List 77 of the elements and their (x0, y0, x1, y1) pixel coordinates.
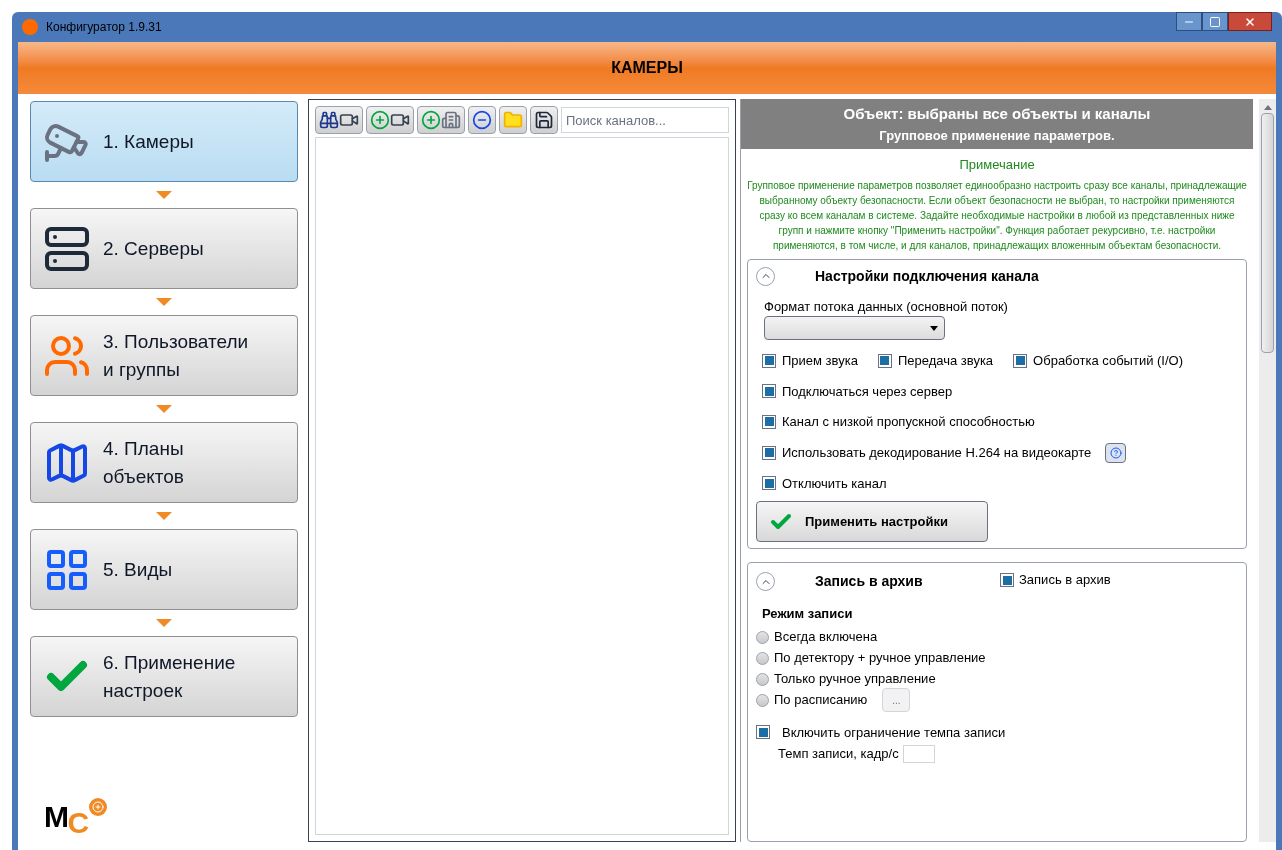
object-header: Объект: выбраны все объекты и каналы Групповое применение параметров. (741, 99, 1253, 149)
toolbar-button[interactable] (366, 106, 414, 134)
nav-button[interactable]: 5. Виды (30, 529, 298, 610)
checkbox-label: Отключить канал (782, 474, 887, 493)
nav-button[interactable]: 1. Камеры (30, 101, 298, 182)
remove-icon (472, 110, 492, 130)
checkbox[interactable] (762, 414, 776, 429)
nav-button[interactable]: 3. Пользователи и группы (30, 315, 298, 396)
save-icon (534, 110, 554, 130)
maximize-icon (1209, 15, 1221, 28)
search-field[interactable]: Поиск каналов... (561, 107, 729, 133)
checkbox-label: Прием звука (782, 352, 858, 370)
format-dropdown[interactable] (764, 316, 945, 340)
schedule-button[interactable]: ... (882, 688, 911, 712)
collapse-toggle[interactable] (756, 266, 775, 286)
close-button[interactable] (1228, 12, 1272, 31)
field-label: Формат потока данных (основной поток) (764, 297, 1009, 316)
nav-button[interactable]: 4. Планы объектов (30, 422, 298, 503)
radio-label: По расписанию (774, 691, 868, 710)
binoculars-camera-icon (319, 110, 359, 130)
group-title: Запись в архив (815, 572, 924, 591)
nav-button[interactable]: 2. Серверы (30, 208, 298, 289)
field-label: Режим записи (762, 605, 854, 623)
down-arrow-icon (156, 191, 172, 199)
down-arrow-icon (156, 512, 172, 520)
app-icon (22, 19, 38, 35)
checkbox-label: Подключаться через сервер (782, 382, 953, 401)
checkbox[interactable] (1013, 353, 1028, 368)
checkbox[interactable] (762, 384, 776, 399)
note-title: Примечание (958, 156, 1036, 174)
collapse-toggle[interactable] (756, 572, 775, 591)
close-icon (1244, 15, 1256, 28)
radio-button[interactable] (756, 693, 769, 707)
dropdown-arrow-icon (930, 325, 938, 331)
help-button[interactable] (1105, 442, 1127, 463)
radio-button[interactable] (756, 672, 769, 686)
radio-button[interactable] (756, 630, 769, 644)
field-label: Темп записи, кадр/с (778, 745, 899, 763)
rate-field[interactable] (902, 744, 935, 763)
nav-button[interactable]: 6. Применение настроек (30, 636, 298, 717)
section-header: КАМЕРЫ (18, 42, 1276, 94)
radio-label: Только ручное управление (774, 670, 936, 689)
checkbox[interactable] (762, 353, 776, 368)
checkbox-label: Запись в архив (1019, 571, 1111, 590)
toolbar-button[interactable] (315, 106, 363, 134)
checkbox-label: Обработка событий (I/O) (1033, 352, 1184, 370)
down-arrow-icon (156, 298, 172, 306)
checkbox-label: Включить ограничение темпа записи (782, 723, 1006, 742)
apply-settings-button[interactable]: Применить настройки (756, 501, 988, 542)
down-arrow-icon (156, 405, 172, 413)
maximize-button[interactable] (1202, 12, 1228, 31)
checkbox[interactable] (762, 476, 776, 491)
window-title: Конфигуратор 1.9.31 (46, 19, 162, 36)
checkbox[interactable] (1000, 573, 1014, 587)
checkbox-label: Передача звука (897, 352, 994, 370)
add-building-icon (421, 110, 461, 130)
scrollbar-thumb[interactable] (1261, 113, 1274, 353)
down-arrow-icon (156, 619, 172, 627)
checkbox[interactable] (762, 445, 776, 460)
radio-label: Всегда включена (774, 628, 878, 647)
plus-icon (92, 801, 105, 813)
server-icon (43, 224, 91, 273)
checkbox[interactable] (756, 725, 770, 740)
add-camera-icon (370, 110, 410, 130)
toolbar-button[interactable] (468, 106, 496, 134)
checkbox-label: Канал с низкой пропускной способностью (782, 413, 1035, 431)
toolbar-button[interactable] (530, 106, 558, 134)
scrollbar[interactable] (1259, 99, 1276, 842)
checkbox[interactable] (877, 353, 892, 368)
help-icon (1109, 446, 1122, 459)
note-text: Групповое применение параметров позволяет единообразно настроить сразу все каналы, принадлежащие выбранному объекту безопасности. Если объект безопасности не выбран, то настройки применяются сразу ко всем каналам в системе. Задайте необходимые настройки в любой из представленных ниже групп и нажмите кнопку "Применить настройки". Функция работает рекурсивно, т.е. настройки применяются, в том числе, и для каналов, принадлежащих вложенным объектам безопасности. (747, 178, 1247, 253)
folder-icon (503, 110, 523, 130)
radio-button[interactable] (756, 651, 769, 665)
checkbox-label: Использовать декодирование H.264 на видеокарте (782, 443, 1092, 462)
minimize-button[interactable] (1176, 12, 1202, 31)
radio-label: По детектору + ручное управление (774, 649, 986, 668)
group-title: Настройки подключения канала (815, 266, 1039, 286)
